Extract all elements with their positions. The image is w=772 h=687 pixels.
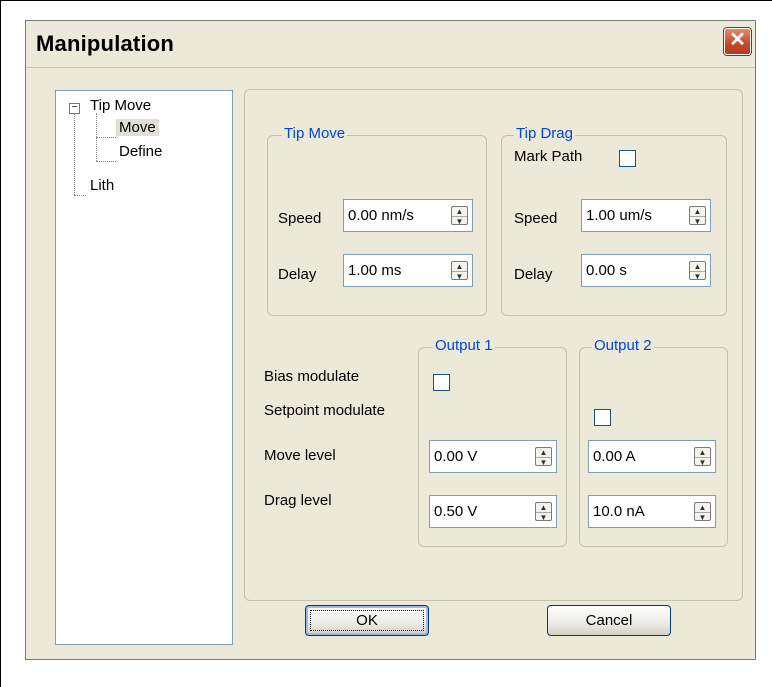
mark-path-label: Mark Path (514, 148, 583, 165)
spin-arrows-icon[interactable]: ▲ ▼ (694, 502, 711, 522)
output-2-setpoint-modulate-checkbox[interactable] (594, 409, 611, 426)
spin-arrows-icon[interactable]: ▲ ▼ (451, 206, 468, 226)
page-left-edge (0, 0, 1, 687)
tip-move-delay-value: 1.00 ms (348, 262, 402, 279)
tree-item-move[interactable]: Move (116, 119, 159, 136)
tip-drag-speed-value: 1.00 um/s (586, 207, 652, 224)
output-1-drag-level-spinbox[interactable]: 0.50 V ▲ ▼ (429, 495, 557, 528)
tip-move-group: Tip Move Speed 0.00 nm/s ▲ ▼ Delay 1.00 m… (267, 125, 487, 316)
focus-rectangle (310, 610, 424, 631)
spin-arrows-icon[interactable]: ▲ ▼ (694, 447, 711, 467)
mark-path-checkbox[interactable] (619, 150, 636, 167)
title-bar[interactable]: Manipulation ✕ (26, 21, 755, 68)
move-level-label: Move level (264, 447, 336, 464)
collapse-icon[interactable]: − (69, 103, 80, 114)
spin-arrows-icon[interactable]: ▲ ▼ (451, 261, 468, 281)
tree-connector (74, 113, 75, 195)
page-top-edge (0, 0, 772, 1)
output-1-legend: Output 1 (433, 337, 495, 354)
setpoint-modulate-label: Setpoint modulate (264, 402, 385, 419)
tip-move-speed-value: 0.00 nm/s (348, 207, 414, 224)
output-2-legend: Output 2 (592, 337, 654, 354)
tree-connector (74, 195, 86, 196)
spin-arrows-icon[interactable]: ▲ ▼ (535, 502, 552, 522)
tree-item-tip-move[interactable]: Tip Move (90, 97, 151, 114)
tree-item-lith[interactable]: Lith (90, 177, 114, 194)
tip-move-speed-label: Speed (278, 210, 322, 227)
ok-button[interactable]: OK (305, 605, 429, 636)
output-1-group: Output 1 0.00 V ▲ ▼ 0.50 V ▲ ▼ (418, 337, 567, 547)
tree-item-define[interactable]: Define (119, 143, 162, 160)
output-2-move-level-spinbox[interactable]: 0.00 A ▲ ▼ (588, 440, 716, 473)
tree-connector (96, 137, 116, 138)
tip-drag-delay-value: 0.00 s (586, 262, 627, 279)
tree-connector (96, 161, 116, 162)
manipulation-dialog: Manipulation ✕ − Tip Move Move Define Li… (25, 20, 756, 660)
close-button[interactable]: ✕ (724, 28, 751, 55)
dialog-client-area: − Tip Move Move Define Lith Tip Move Spe… (33, 73, 748, 651)
spin-arrows-icon[interactable]: ▲ ▼ (689, 261, 706, 281)
output-2-drag-level-value: 10.0 nA (593, 503, 645, 520)
navigation-tree: − Tip Move Move Define Lith (55, 90, 233, 645)
spin-arrows-icon[interactable]: ▲ ▼ (535, 447, 552, 467)
tip-drag-group: Tip Drag Mark Path Speed 1.00 um/s ▲ ▼ De… (501, 125, 727, 316)
output-2-move-level-value: 0.00 A (593, 448, 636, 465)
output-1-drag-level-value: 0.50 V (434, 503, 478, 520)
cancel-button[interactable]: Cancel (547, 605, 671, 636)
tip-drag-speed-label: Speed (514, 210, 558, 227)
bias-modulate-label: Bias modulate (264, 368, 360, 385)
output-2-drag-level-spinbox[interactable]: 10.0 nA ▲ ▼ (588, 495, 716, 528)
tip-drag-speed-spinbox[interactable]: 1.00 um/s ▲ ▼ (581, 199, 711, 232)
tip-drag-delay-label: Delay (514, 266, 553, 283)
tip-drag-legend: Tip Drag (514, 125, 575, 142)
output-1-move-level-value: 0.00 V (434, 448, 478, 465)
settings-panel: Tip Move Speed 0.00 nm/s ▲ ▼ Delay 1.00 m… (244, 89, 743, 601)
tip-move-delay-spinbox[interactable]: 1.00 ms ▲ ▼ (343, 254, 473, 287)
tip-drag-delay-spinbox[interactable]: 0.00 s ▲ ▼ (581, 254, 711, 287)
tip-move-delay-label: Delay (278, 266, 317, 283)
output-1-bias-modulate-checkbox[interactable] (433, 374, 450, 391)
output-1-move-level-spinbox[interactable]: 0.00 V ▲ ▼ (429, 440, 557, 473)
dialog-title: Manipulation (36, 31, 175, 56)
cancel-button-label: Cancel (585, 612, 633, 629)
output-2-group: Output 2 0.00 A ▲ ▼ 10.0 nA ▲ ▼ (579, 337, 728, 547)
tip-move-speed-spinbox[interactable]: 0.00 nm/s ▲ ▼ (343, 199, 473, 232)
spin-arrows-icon[interactable]: ▲ ▼ (689, 206, 706, 226)
tip-move-legend: Tip Move (282, 125, 348, 142)
drag-level-label: Drag level (264, 492, 332, 509)
